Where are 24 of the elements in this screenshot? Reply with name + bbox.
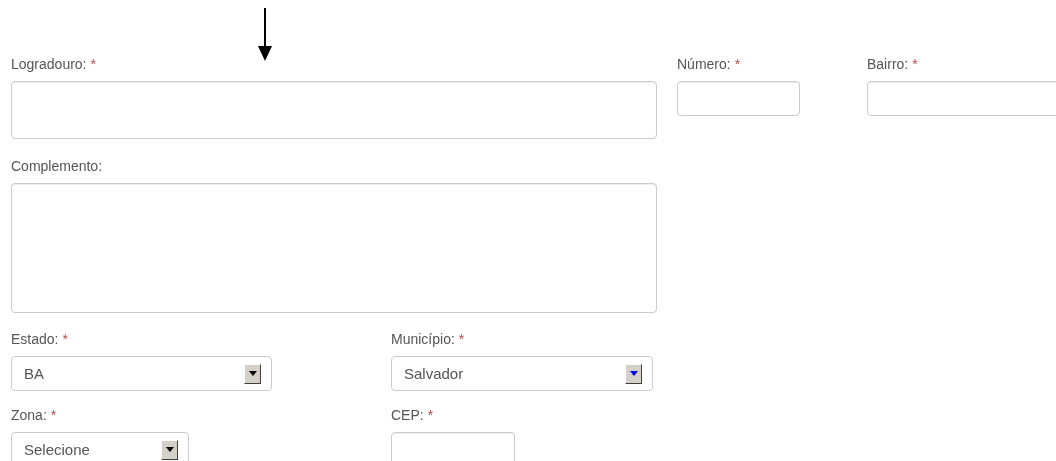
required-mark: * <box>912 55 918 73</box>
field-label: Zona: <box>11 406 47 424</box>
required-mark: * <box>458 330 465 348</box>
field-label: Número: <box>677 55 731 73</box>
dropdown[interactable]: Selecione <box>11 432 189 461</box>
required-mark: * <box>734 55 741 73</box>
field-label: Logradouro: <box>11 55 87 73</box>
text-field[interactable] <box>11 81 657 139</box>
text-field[interactable] <box>867 81 1056 116</box>
required-mark: * <box>50 406 57 424</box>
required-mark: * <box>90 55 96 73</box>
dropdown[interactable]: Salvador <box>391 356 653 391</box>
field-label: CEP: <box>391 406 424 424</box>
dropdown[interactable]: BA <box>11 356 272 391</box>
field-label: Bairro: <box>867 55 909 73</box>
field-label: Complemento: <box>11 157 103 175</box>
arrow-icon <box>258 8 272 61</box>
text-field[interactable] <box>391 432 515 461</box>
text-area[interactable] <box>11 183 657 313</box>
required-mark: * <box>62 330 68 348</box>
field-label: Município: <box>391 330 455 348</box>
text-field[interactable] <box>677 81 800 116</box>
required-mark: * <box>427 406 434 424</box>
field-label: Estado: <box>11 330 59 348</box>
